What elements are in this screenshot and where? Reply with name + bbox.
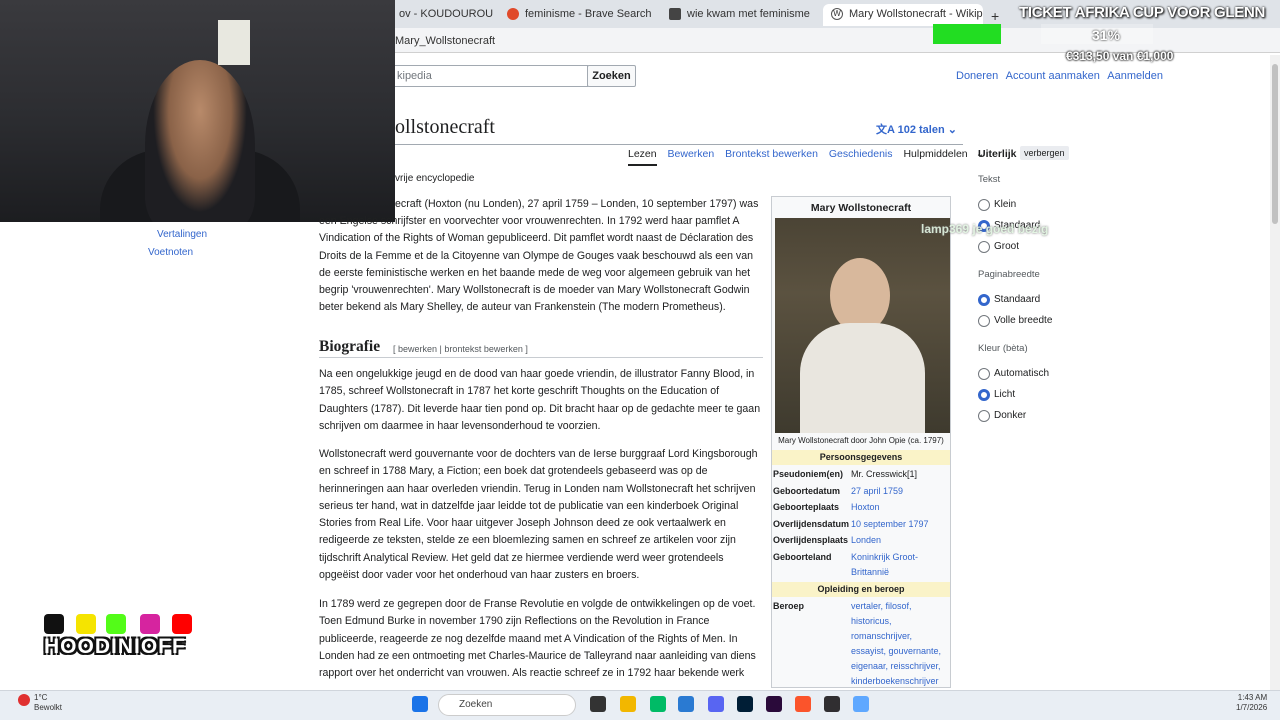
photoshop-icon[interactable] — [737, 696, 753, 712]
snapchat-icon — [76, 614, 96, 634]
url-text[interactable]: Mary_Wollstonecraft — [395, 35, 495, 47]
portrait-face — [830, 258, 890, 333]
streamer-brand: HOODINIOFF — [44, 635, 186, 658]
article-intro-first-line: ecraft (Hoxton (nu Londen), 27 april 175… — [395, 198, 759, 210]
toc-item-vertalingen[interactable]: Vertalingen — [157, 229, 207, 240]
goal-progress-bar — [933, 24, 1001, 44]
clock[interactable]: 1:43 AM 1/7/2026 — [1236, 693, 1267, 713]
radio-licht[interactable]: Licht — [978, 389, 1015, 401]
tab-koudourou[interactable]: ov - KOUDOUROU X BOH — [395, 4, 495, 26]
streamer-face — [145, 60, 255, 222]
article-paragraph: Na een ongelukkige jeugd en de dood van … — [319, 368, 761, 432]
page-icon — [669, 8, 681, 20]
wall-poster — [218, 20, 250, 65]
section-divider — [319, 357, 763, 358]
page-title: ollstonecraft — [395, 116, 495, 138]
wikipedia-icon: W — [831, 8, 843, 20]
radio-volle-breedte[interactable]: Volle breedte — [978, 315, 1052, 327]
section-heading: Biografie — [319, 338, 381, 355]
infobox-title: Mary Wollstonecraft — [810, 202, 912, 214]
tab-bewerken[interactable]: Bewerken — [668, 148, 715, 160]
hide-button[interactable]: verbergen — [1020, 146, 1069, 160]
radio-groot[interactable]: Groot — [978, 241, 1019, 253]
goal-title: TICKET AFRIKA CUP VOOR GLENN — [1019, 4, 1266, 21]
taskbar-search[interactable]: Zoeken — [438, 694, 576, 716]
task-view-icon[interactable] — [590, 696, 606, 712]
file-explorer-icon[interactable] — [620, 696, 636, 712]
obs-icon[interactable] — [824, 696, 840, 712]
color-label: Kleur (bèta) — [978, 343, 1028, 354]
section-edit-links[interactable]: [ bewerken | brontekst bewerken ] — [393, 344, 528, 354]
premiere-icon[interactable] — [766, 696, 782, 712]
portrait-dress — [800, 323, 925, 433]
article-intro: een Engelse schrijfster en voorvechter v… — [319, 215, 754, 314]
infobox-section-beroep: Opleiding en beroep — [772, 582, 950, 597]
goal-percent: 31% — [1092, 27, 1121, 43]
weather-widget[interactable]: 1°C Bewolkt — [34, 693, 62, 713]
title-divider — [395, 144, 963, 145]
edge-icon[interactable] — [678, 696, 694, 712]
tab-wikipedia[interactable]: WMary Wollstonecraft - Wikipedia — [823, 4, 983, 26]
app-icon[interactable] — [650, 696, 666, 712]
article-paragraph: In 1789 werd ze gegrepen door de Franse … — [319, 598, 756, 680]
kick-icon — [106, 614, 126, 634]
windows-start-icon[interactable] — [412, 696, 428, 712]
brave-taskbar-icon[interactable] — [795, 696, 811, 712]
tab-hulpmiddelen[interactable]: Hulpmiddelen — [903, 148, 967, 160]
tagline: vrije encyclopedie — [395, 173, 475, 184]
tiktok-icon — [44, 614, 64, 634]
search-input[interactable]: kipedia — [395, 65, 588, 87]
text-size-label: Tekst — [978, 174, 1001, 185]
translate-icon: 文A — [876, 124, 898, 136]
brave-icon — [507, 8, 519, 20]
tab-geschiedenis[interactable]: Geschiedenis — [829, 148, 893, 160]
goal-amount: €313,50 van €1,000 — [1066, 49, 1174, 63]
app-icon[interactable] — [853, 696, 869, 712]
radio-automatisch[interactable]: Automatisch — [978, 368, 1049, 380]
page-width-label: Paginabreedte — [978, 269, 1040, 280]
scrollbar-thumb[interactable] — [1272, 64, 1278, 224]
search-button[interactable]: Zoeken — [587, 65, 636, 87]
language-button[interactable]: 文A 102 talen ⌄ — [876, 121, 957, 137]
chat-message: lamp369 je goed bezig — [921, 222, 1049, 236]
tab-brave-search[interactable]: feminisme - Brave Search — [499, 4, 659, 26]
tab-wie-kwam[interactable]: wie kwam met feminisme — [661, 4, 821, 26]
appearance-heading: Uiterlijk — [978, 148, 1017, 160]
login-link[interactable]: Aanmelden — [1107, 70, 1163, 82]
infobox: Mary Wollstonecraft Mary Wollstonecraft … — [771, 196, 951, 688]
create-account-link[interactable]: Account aanmaken — [1006, 70, 1100, 82]
weather-alert-icon — [18, 694, 30, 706]
new-tab-button[interactable]: + — [987, 4, 1007, 26]
page-tabs: Lezen Bewerken Brontekst bewerken Geschi… — [628, 148, 992, 166]
instagram-icon — [140, 614, 160, 634]
toc-item-voetnoten[interactable]: Voetnoten — [148, 247, 193, 258]
tab-lezen[interactable]: Lezen — [628, 148, 657, 166]
image-caption: Mary Wollstonecraft door John Opie (ca. … — [778, 436, 944, 445]
portrait-image[interactable] — [775, 218, 950, 433]
taskbar — [0, 690, 1280, 720]
user-links: Doneren Account aanmaken Aanmelden — [956, 70, 1168, 82]
radio-donker[interactable]: Donker — [978, 410, 1026, 422]
youtube-icon — [172, 614, 192, 634]
donate-link[interactable]: Doneren — [956, 70, 998, 82]
webcam-feed — [0, 0, 395, 222]
article-paragraph: Wollstonecraft werd gouvernante voor de … — [319, 448, 758, 582]
infobox-section-persoon: Persoonsgegevens — [772, 450, 950, 465]
discord-icon[interactable] — [708, 696, 724, 712]
radio-klein[interactable]: Klein — [978, 199, 1016, 211]
tab-brontekst[interactable]: Brontekst bewerken — [725, 148, 818, 160]
radio-standaard-breedte[interactable]: Standaard — [978, 294, 1040, 306]
